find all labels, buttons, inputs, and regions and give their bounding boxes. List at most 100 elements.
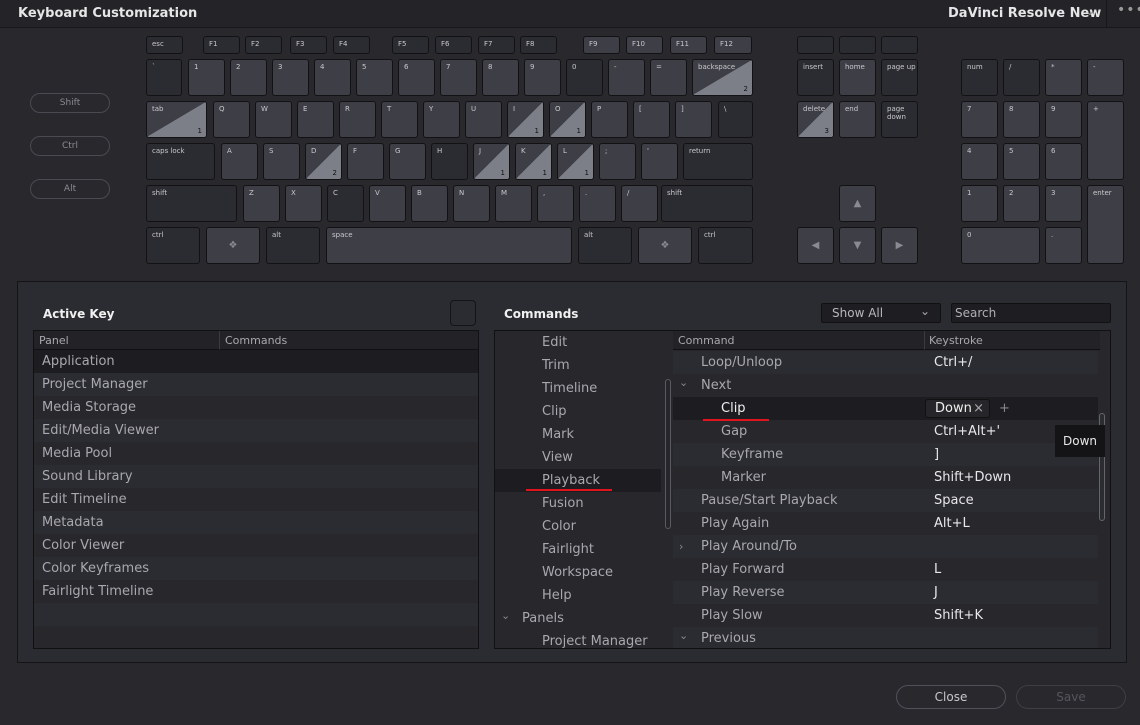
- key-'[interactable]: ': [641, 143, 678, 180]
- key-9[interactable]: 9: [1045, 101, 1082, 138]
- key-`[interactable]: `: [146, 59, 182, 96]
- key-V[interactable]: V: [369, 185, 406, 222]
- key-2[interactable]: 2: [1003, 185, 1040, 222]
- key-shift[interactable]: shift: [661, 185, 753, 222]
- keystroke-value[interactable]: Ctrl+/: [934, 351, 972, 374]
- key-.[interactable]: .: [579, 185, 616, 222]
- key-J[interactable]: 1J: [473, 143, 510, 180]
- key-Z[interactable]: Z: [243, 185, 280, 222]
- key-enter[interactable]: enter: [1087, 185, 1124, 264]
- column-header-keystroke[interactable]: Keystroke: [925, 331, 1100, 350]
- close-icon[interactable]: ×: [973, 400, 984, 417]
- keystroke-value[interactable]: Shift+Down: [934, 466, 1011, 489]
- command-row[interactable]: Play Forward L: [673, 558, 1098, 581]
- key-D[interactable]: 2D: [305, 143, 342, 180]
- key-space[interactable]: space: [326, 227, 572, 264]
- key-end[interactable]: end: [839, 101, 876, 138]
- key-arrow-right-icon[interactable]: ▶: [881, 227, 918, 264]
- key-backspace[interactable]: 2 backspace: [692, 59, 753, 96]
- panel-row[interactable]: Media Pool: [34, 442, 478, 465]
- tree-item[interactable]: Fusion: [495, 492, 661, 515]
- keystroke-value[interactable]: Alt+L: [934, 512, 970, 535]
- command-row[interactable]: Play Again Alt+L: [673, 512, 1098, 535]
- key--[interactable]: -: [608, 59, 645, 96]
- command-row[interactable]: Keyframe]: [673, 443, 1098, 466]
- tree-item[interactable]: Fairlight: [495, 538, 661, 561]
- key-H[interactable]: H: [431, 143, 468, 180]
- key-*[interactable]: *: [1045, 59, 1082, 96]
- panel-row[interactable]: Edit Timeline: [34, 488, 478, 511]
- key-5[interactable]: 5: [356, 59, 393, 96]
- panel-row[interactable]: Application: [34, 350, 478, 373]
- key-F4[interactable]: F4: [333, 36, 370, 54]
- panel-row[interactable]: Edit/Media Viewer: [34, 419, 478, 442]
- key-C[interactable]: C: [327, 185, 364, 222]
- command-row[interactable]: ⌄ Previous: [673, 627, 1098, 648]
- panel-row[interactable]: [34, 603, 478, 626]
- tree-item[interactable]: Project Manager: [495, 630, 661, 648]
- command-row[interactable]: › Play Around/To: [673, 535, 1098, 558]
- tree-item[interactable]: Playback: [495, 469, 661, 492]
- key-num[interactable]: num: [961, 59, 998, 96]
- key-F11[interactable]: F11: [670, 36, 707, 54]
- key-[[interactable]: [: [633, 101, 670, 138]
- key-B[interactable]: B: [411, 185, 448, 222]
- keystroke-value[interactable]: ]: [934, 443, 939, 466]
- key-4[interactable]: 4: [961, 143, 998, 180]
- key-A[interactable]: A: [221, 143, 258, 180]
- column-header-command[interactable]: Command: [673, 331, 925, 350]
- key-/[interactable]: /: [621, 185, 658, 222]
- key-arrow-down-icon[interactable]: ▼: [839, 227, 876, 264]
- panel-row[interactable]: Fairlight Timeline: [34, 580, 478, 603]
- key-T[interactable]: T: [381, 101, 418, 138]
- tree-item[interactable]: Mark: [495, 423, 661, 446]
- key-home[interactable]: home: [839, 59, 876, 96]
- keystroke-value[interactable]: Space: [934, 489, 974, 512]
- tree-item[interactable]: Edit: [495, 331, 661, 354]
- key-W[interactable]: W: [255, 101, 292, 138]
- key-F2[interactable]: F2: [245, 36, 282, 54]
- tree-item[interactable]: Workspace: [495, 561, 661, 584]
- key-][interactable]: ]: [675, 101, 712, 138]
- key-ctrl[interactable]: ctrl: [146, 227, 200, 264]
- key-page-down[interactable]: page down: [881, 101, 918, 138]
- key-F5[interactable]: F5: [392, 36, 429, 54]
- command-row[interactable]: ⌄ Next: [673, 374, 1098, 397]
- ellipsis-icon[interactable]: •••: [1117, 2, 1140, 18]
- key-blank[interactable]: [797, 36, 834, 54]
- chevron-down-icon[interactable]: ⌄: [679, 371, 688, 394]
- key-ctrl[interactable]: ctrl: [698, 227, 753, 264]
- tree-item[interactable]: View: [495, 446, 661, 469]
- key-8[interactable]: 8: [482, 59, 519, 96]
- key-X[interactable]: X: [285, 185, 322, 222]
- command-row[interactable]: Pause/Start Playback Space: [673, 489, 1098, 512]
- command-row[interactable]: Loop/Unloop Ctrl+/: [673, 351, 1098, 374]
- key-page-up[interactable]: page up: [881, 59, 918, 96]
- panel-row[interactable]: Color Viewer: [34, 534, 478, 557]
- key-F6[interactable]: F6: [435, 36, 472, 54]
- key-windows-icon[interactable]: ❖: [638, 227, 692, 264]
- tree-item[interactable]: Clip: [495, 400, 661, 423]
- keystroke-chip[interactable]: Down ×: [925, 399, 990, 418]
- key-return[interactable]: return: [683, 143, 753, 180]
- key-M[interactable]: M: [495, 185, 532, 222]
- key-F3[interactable]: F3: [290, 36, 327, 54]
- column-header-panel[interactable]: Panel: [34, 331, 220, 350]
- key-3[interactable]: 3: [272, 59, 309, 96]
- close-button[interactable]: Close: [896, 685, 1006, 709]
- key-0[interactable]: 0: [566, 59, 603, 96]
- key-F12[interactable]: F12: [714, 36, 752, 54]
- key-=[interactable]: =: [650, 59, 687, 96]
- key-3[interactable]: 3: [1045, 185, 1082, 222]
- command-row[interactable]: Gap Ctrl+Alt+': [673, 420, 1098, 443]
- command-row[interactable]: Play Reverse J: [673, 581, 1098, 604]
- chevron-down-icon[interactable]: ⌄: [1085, 4, 1095, 18]
- panel-row[interactable]: Metadata: [34, 511, 478, 534]
- key-arrow-up-icon[interactable]: ▲: [839, 185, 876, 222]
- tree-item[interactable]: Color: [495, 515, 661, 538]
- key-+[interactable]: +: [1087, 101, 1124, 180]
- keystroke-value[interactable]: J: [934, 581, 938, 604]
- key-F8[interactable]: F8: [520, 36, 557, 54]
- key-1[interactable]: 1: [961, 185, 998, 222]
- key-U[interactable]: U: [465, 101, 502, 138]
